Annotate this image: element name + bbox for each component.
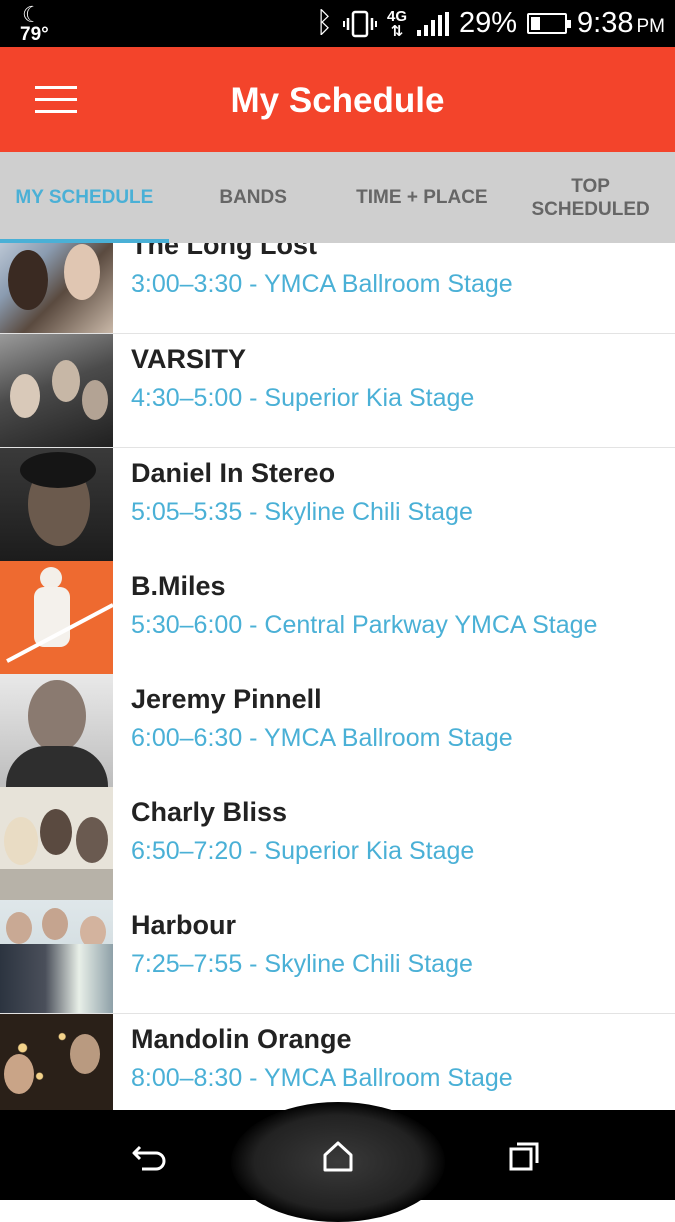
temperature: 79° <box>20 24 49 45</box>
band-time-stage: 5:05–5:35 - Skyline Chili Stage <box>131 498 473 526</box>
home-icon[interactable] <box>318 1138 358 1174</box>
band-name: Mandolin Orange <box>131 1024 352 1054</box>
band-photo <box>0 787 113 900</box>
list-item[interactable]: Daniel In Stereo 5:05–5:35 - Skyline Chi… <box>0 448 675 562</box>
clock-ampm: PM <box>636 16 666 37</box>
list-item[interactable]: Jeremy Pinnell 6:00–6:30 - YMCA Ballroom… <box>0 674 675 788</box>
band-time-stage: 8:00–8:30 - YMCA Ballroom Stage <box>131 1064 513 1092</box>
band-photo <box>0 674 113 787</box>
band-photo <box>0 1014 113 1110</box>
band-photo <box>0 448 113 561</box>
band-name: Jeremy Pinnell <box>131 684 322 714</box>
network-type-icon: 4G ⇅ <box>386 7 407 40</box>
vibrate-icon <box>342 10 377 37</box>
band-photo <box>0 561 113 674</box>
list-item[interactable]: Harbour 7:25–7:55 - Skyline Chili Stage <box>0 900 675 1014</box>
schedule-list[interactable]: The Long Lost 3:00–3:30 - YMCA Ballroom … <box>0 243 675 1110</box>
band-name: Daniel In Stereo <box>131 458 336 488</box>
list-item[interactable]: B.Miles 5:30–6:00 - Central Parkway YMCA… <box>0 561 675 675</box>
battery-icon <box>527 13 572 34</box>
tab-bands[interactable]: BANDS <box>169 152 338 243</box>
band-time-stage: 6:00–6:30 - YMCA Ballroom Stage <box>131 724 513 752</box>
band-name: The Long Lost <box>131 243 317 260</box>
page-title: My Schedule <box>230 81 445 120</box>
clock: 9:38 <box>577 7 634 39</box>
list-item[interactable]: The Long Lost 3:00–3:30 - YMCA Ballroom … <box>0 243 675 334</box>
list-item[interactable]: Mandolin Orange 8:00–8:30 - YMCA Ballroo… <box>0 1014 675 1110</box>
band-photo <box>0 334 113 447</box>
list-item[interactable]: Charly Bliss 6:50–7:20 - Superior Kia St… <box>0 787 675 901</box>
band-name: Charly Bliss <box>131 797 288 827</box>
band-time-stage: 3:00–3:30 - YMCA Ballroom Stage <box>131 270 513 298</box>
battery-percent: 29% <box>459 7 518 39</box>
moon-icon: ☾ <box>22 2 42 27</box>
system-nav-bar <box>0 1102 675 1222</box>
weather-indicator: ☾ 79° <box>16 2 56 46</box>
network-type-label: 4G <box>386 7 407 25</box>
tab-time-place[interactable]: TIME + PLACE <box>338 152 507 243</box>
band-time-stage: 7:25–7:55 - Skyline Chili Stage <box>131 950 473 978</box>
signal-strength-icon <box>417 11 449 36</box>
recent-apps-icon[interactable] <box>505 1138 545 1174</box>
band-name: B.Miles <box>131 571 226 601</box>
band-photo <box>0 243 113 333</box>
band-photo <box>0 900 113 1013</box>
band-time-stage: 5:30–6:00 - Central Parkway YMCA Stage <box>131 611 598 639</box>
status-bar: ☾ 79° ᛒ 4G ⇅ 29% 9:38 PM <box>0 0 675 47</box>
back-icon[interactable] <box>130 1138 170 1174</box>
tab-my-schedule[interactable]: MY SCHEDULE <box>0 152 169 243</box>
bluetooth-icon: ᛒ <box>315 7 333 39</box>
list-item[interactable]: VARSITY 4:30–5:00 - Superior Kia Stage <box>0 334 675 448</box>
band-time-stage: 6:50–7:20 - Superior Kia Stage <box>131 837 475 865</box>
tab-top-scheduled[interactable]: TOP SCHEDULED <box>506 152 675 243</box>
tab-bar: MY SCHEDULE BANDS TIME + PLACE TOP SCHED… <box>0 152 675 243</box>
band-name: Harbour <box>131 910 237 940</box>
band-time-stage: 4:30–5:00 - Superior Kia Stage <box>131 384 475 412</box>
band-name: VARSITY <box>131 344 247 374</box>
app-bar: My Schedule <box>0 47 675 152</box>
